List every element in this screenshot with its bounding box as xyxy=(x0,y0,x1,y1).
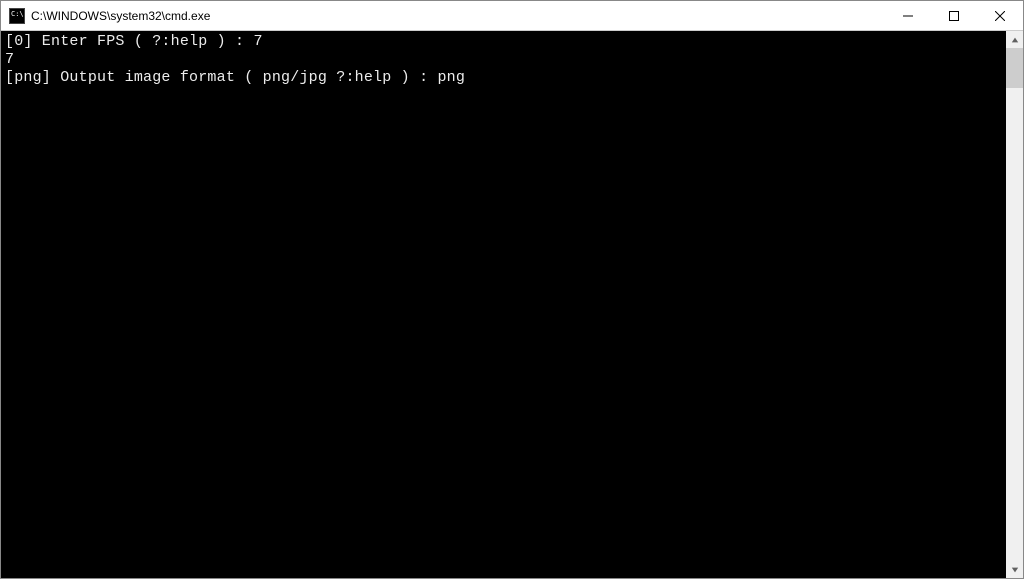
terminal-line: [0] Enter FPS ( ?:help ) : 7 xyxy=(5,33,263,50)
titlebar[interactable]: C:\WINDOWS\system32\cmd.exe xyxy=(1,1,1023,31)
scrollbar-thumb[interactable] xyxy=(1006,48,1023,88)
chevron-down-icon xyxy=(1011,566,1019,574)
minimize-button[interactable] xyxy=(885,1,931,30)
terminal-line: [png] Output image format ( png/jpg ?:he… xyxy=(5,69,465,86)
window-controls xyxy=(885,1,1023,30)
terminal-line: 7 xyxy=(5,51,14,68)
close-button[interactable] xyxy=(977,1,1023,30)
chevron-up-icon xyxy=(1011,36,1019,44)
maximize-icon xyxy=(949,11,959,21)
maximize-button[interactable] xyxy=(931,1,977,30)
terminal-output[interactable]: [0] Enter FPS ( ?:help ) : 7 7 [png] Out… xyxy=(1,31,1006,578)
app-icon xyxy=(9,8,25,24)
minimize-icon xyxy=(903,11,913,21)
vertical-scrollbar[interactable] xyxy=(1006,31,1023,578)
client-area: [0] Enter FPS ( ?:help ) : 7 7 [png] Out… xyxy=(1,31,1023,578)
scroll-up-button[interactable] xyxy=(1006,31,1023,48)
close-icon xyxy=(995,11,1005,21)
scroll-down-button[interactable] xyxy=(1006,561,1023,578)
window-frame: C:\WINDOWS\system32\cmd.exe [0] Enter FP… xyxy=(0,0,1024,579)
scrollbar-track[interactable] xyxy=(1006,48,1023,561)
window-title: C:\WINDOWS\system32\cmd.exe xyxy=(31,9,210,23)
